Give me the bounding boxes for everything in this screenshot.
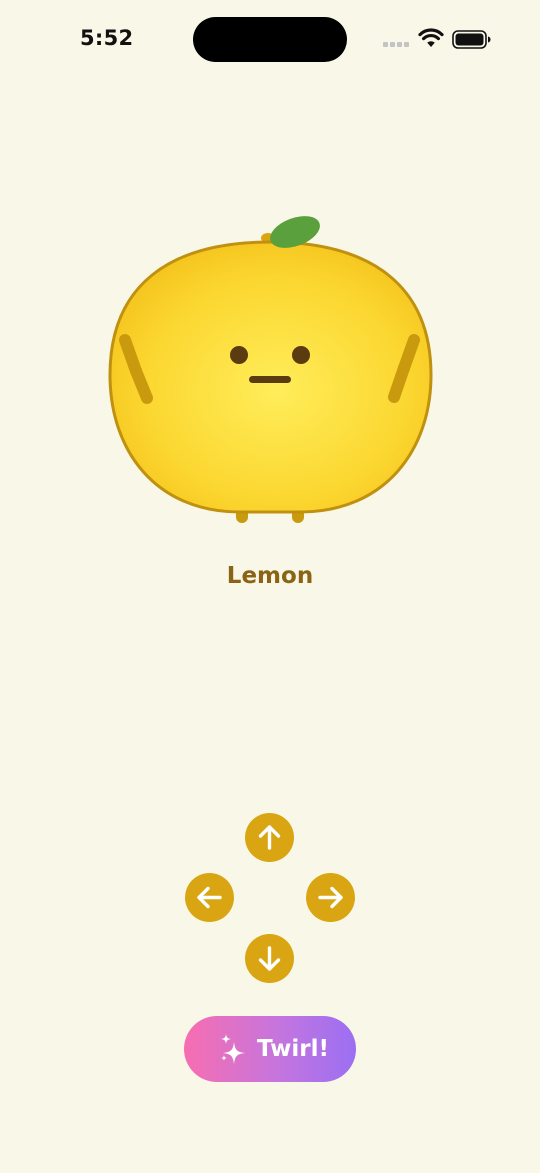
mouth bbox=[249, 376, 291, 383]
sparkles-icon bbox=[221, 1034, 245, 1064]
left-eye bbox=[230, 346, 248, 364]
move-up-button[interactable] bbox=[245, 813, 294, 862]
arrow-right-icon bbox=[318, 886, 343, 909]
twirl-button[interactable]: Twirl! bbox=[184, 1016, 356, 1082]
arrow-up-icon bbox=[258, 825, 281, 850]
character-name: Lemon bbox=[226, 563, 314, 589]
twirl-label: Twirl! bbox=[257, 1036, 330, 1062]
dynamic-island bbox=[193, 17, 347, 62]
battery-icon bbox=[452, 30, 491, 49]
arrow-left-icon bbox=[197, 886, 222, 909]
arrow-down-icon bbox=[258, 946, 281, 971]
lemon-character[interactable] bbox=[100, 205, 440, 535]
status-bar: 5:52 bbox=[0, 0, 540, 80]
right-eye bbox=[292, 346, 310, 364]
move-left-button[interactable] bbox=[185, 873, 234, 922]
status-time: 5:52 bbox=[80, 26, 134, 50]
wifi-icon bbox=[418, 28, 444, 47]
signal-icon bbox=[383, 42, 411, 47]
move-right-button[interactable] bbox=[306, 873, 355, 922]
move-down-button[interactable] bbox=[245, 934, 294, 983]
